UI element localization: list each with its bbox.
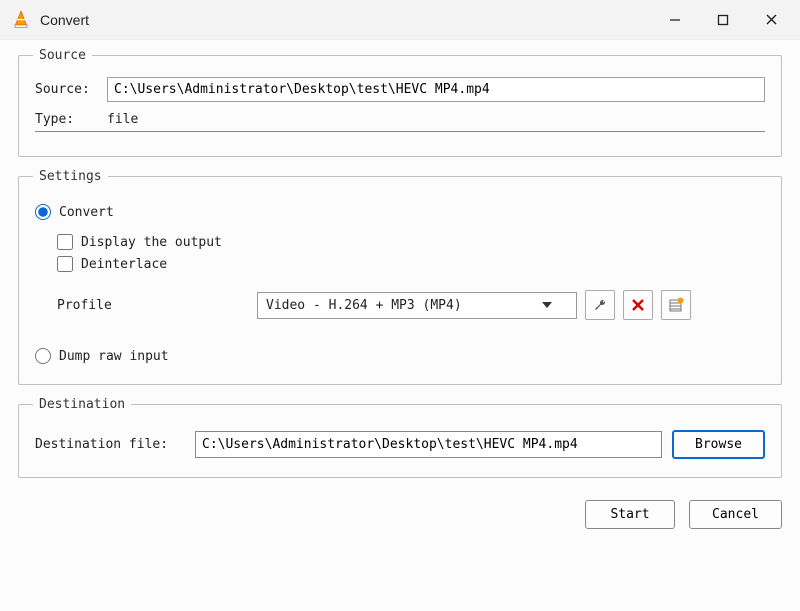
destination-group: Destination Destination file: Browse <box>18 397 782 478</box>
window-controls <box>652 5 794 35</box>
delete-icon <box>631 298 645 312</box>
source-group: Source Source: Type: file <box>18 48 782 157</box>
dialog-buttons: Start Cancel <box>0 498 800 529</box>
new-profile-button[interactable] <box>661 290 691 320</box>
close-button[interactable] <box>748 5 794 35</box>
source-label: Source: <box>35 82 107 97</box>
destination-label: Destination file: <box>35 437 195 452</box>
cancel-button[interactable]: Cancel <box>689 500 782 529</box>
deinterlace-label: Deinterlace <box>81 257 167 272</box>
window-title: Convert <box>40 12 652 28</box>
dropdown-icon <box>542 302 552 308</box>
source-input[interactable] <box>107 77 765 102</box>
delete-profile-button[interactable] <box>623 290 653 320</box>
display-output-input[interactable] <box>57 234 73 250</box>
settings-legend: Settings <box>33 169 108 184</box>
convert-radio[interactable]: Convert <box>35 204 765 220</box>
settings-group: Settings Convert Display the output Dein… <box>18 169 782 385</box>
display-output-checkbox[interactable]: Display the output <box>57 234 765 250</box>
wrench-icon <box>592 297 608 313</box>
edit-profile-button[interactable] <box>585 290 615 320</box>
source-legend: Source <box>33 48 92 63</box>
deinterlace-checkbox[interactable]: Deinterlace <box>57 256 765 272</box>
start-button[interactable]: Start <box>585 500 675 529</box>
browse-button[interactable]: Browse <box>672 430 765 459</box>
dump-raw-radio[interactable]: Dump raw input <box>35 348 765 364</box>
dump-raw-label: Dump raw input <box>59 349 169 364</box>
type-value: file <box>107 112 138 127</box>
profile-label: Profile <box>57 298 257 313</box>
convert-radio-input[interactable] <box>35 204 51 220</box>
destination-legend: Destination <box>33 397 131 412</box>
convert-radio-label: Convert <box>59 205 114 220</box>
deinterlace-input[interactable] <box>57 256 73 272</box>
destination-input[interactable] <box>195 431 662 458</box>
profile-select[interactable]: Video - H.264 + MP3 (MP4) <box>257 292 577 319</box>
app-icon <box>10 9 32 31</box>
display-output-label: Display the output <box>81 235 222 250</box>
titlebar: Convert <box>0 0 800 40</box>
type-label: Type: <box>35 112 107 127</box>
new-profile-icon <box>668 297 684 313</box>
minimize-button[interactable] <box>652 5 698 35</box>
profile-value: Video - H.264 + MP3 (MP4) <box>266 298 462 313</box>
maximize-button[interactable] <box>700 5 746 35</box>
dump-raw-radio-input[interactable] <box>35 348 51 364</box>
